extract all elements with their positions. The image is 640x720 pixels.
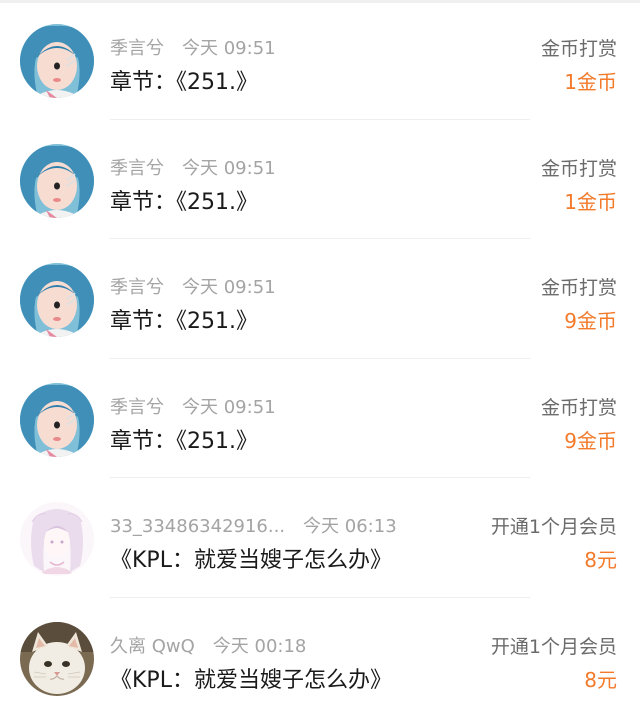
record-amount: 8元 xyxy=(584,548,617,572)
record-title[interactable]: 章节：《251.》 xyxy=(110,423,258,455)
user-name[interactable]: 季言兮 xyxy=(110,38,164,59)
record-amount: 8元 xyxy=(584,667,617,692)
avatar[interactable] xyxy=(20,502,94,576)
reward-record-list: 季言兮 今天 09:51 章节：《251.》 金币打赏 1金币 季言兮 今天 09:… xyxy=(0,0,640,717)
cosplay-girl-avatar-icon xyxy=(20,263,94,337)
cosplay-girl-avatar-icon xyxy=(20,143,94,218)
list-item[interactable]: 季言兮 今天 09:51 章节：《251.》 金币打赏 1金币 xyxy=(0,120,640,239)
record-time: 今天 09:51 xyxy=(182,157,276,179)
list-item[interactable]: 季言兮 今天 09:51 章节：《251.》 金币打赏 1金币 xyxy=(0,0,640,120)
record-title[interactable]: 《KPL：就爱当嫂子怎么办》 xyxy=(110,542,392,574)
record-meta: 季言兮 今天 09:51 xyxy=(110,393,276,419)
list-item[interactable]: 久离 QwQ 今天 00:18 《KPL：就爱当嫂子怎么办》 开通1个月会员 8元 xyxy=(0,598,640,718)
avatar[interactable] xyxy=(20,621,94,696)
record-meta: 季言兮 今天 09:51 xyxy=(110,273,276,299)
record-meta: 季言兮 今天 09:51 xyxy=(110,34,276,60)
user-name[interactable]: 季言兮 xyxy=(110,277,164,298)
avatar[interactable] xyxy=(20,263,94,337)
record-meta: 33_33486342916... 今天 06:13 xyxy=(110,512,397,538)
record-amount: 1金币 xyxy=(564,70,617,94)
avatar[interactable] xyxy=(20,24,94,98)
record-meta: 久离 QwQ 今天 00:18 xyxy=(110,632,306,658)
record-type: 金币打赏 xyxy=(540,38,617,60)
record-amount: 1金币 xyxy=(564,189,617,214)
record-title[interactable]: 章节：《251.》 xyxy=(110,64,258,96)
list-item[interactable]: 33_33486342916... 今天 06:13 《KPL：就爱当嫂子怎么办》… xyxy=(0,478,640,598)
record-amount: 9金币 xyxy=(564,428,617,453)
record-type: 开通1个月会员 xyxy=(490,635,617,658)
record-title[interactable]: 章节：《251.》 xyxy=(110,184,258,216)
user-name[interactable]: 季言兮 xyxy=(110,158,164,179)
cat-avatar-icon xyxy=(20,621,94,696)
record-amount: 9金币 xyxy=(564,309,617,333)
anime-sketch-avatar-icon xyxy=(20,502,94,576)
record-type: 金币打赏 xyxy=(540,157,617,180)
avatar[interactable] xyxy=(20,143,94,218)
user-name[interactable]: 33_33486342916... xyxy=(110,516,285,537)
list-item[interactable]: 季言兮 今天 09:51 章节：《251.》 金币打赏 9金币 xyxy=(0,359,640,478)
record-type: 金币打赏 xyxy=(540,277,617,299)
record-time: 今天 00:18 xyxy=(212,635,307,657)
record-type: 金币打赏 xyxy=(540,396,617,419)
record-time: 今天 09:51 xyxy=(182,396,276,418)
user-name[interactable]: 久离 QwQ xyxy=(110,636,195,657)
cosplay-girl-avatar-icon xyxy=(20,24,94,98)
list-item[interactable]: 季言兮 今天 09:51 章节：《251.》 金币打赏 9金币 xyxy=(0,239,640,359)
record-time: 今天 06:13 xyxy=(303,516,397,537)
record-type: 开通1个月会员 xyxy=(490,516,617,538)
record-title[interactable]: 《KPL：就爱当嫂子怎么办》 xyxy=(110,662,392,694)
record-time: 今天 09:51 xyxy=(182,277,276,298)
record-title[interactable]: 章节：《251.》 xyxy=(110,303,258,335)
avatar[interactable] xyxy=(20,382,94,457)
user-name[interactable]: 季言兮 xyxy=(110,397,164,418)
record-time: 今天 09:51 xyxy=(182,38,276,59)
record-meta: 季言兮 今天 09:51 xyxy=(110,154,276,180)
cosplay-girl-avatar-icon xyxy=(20,382,94,457)
